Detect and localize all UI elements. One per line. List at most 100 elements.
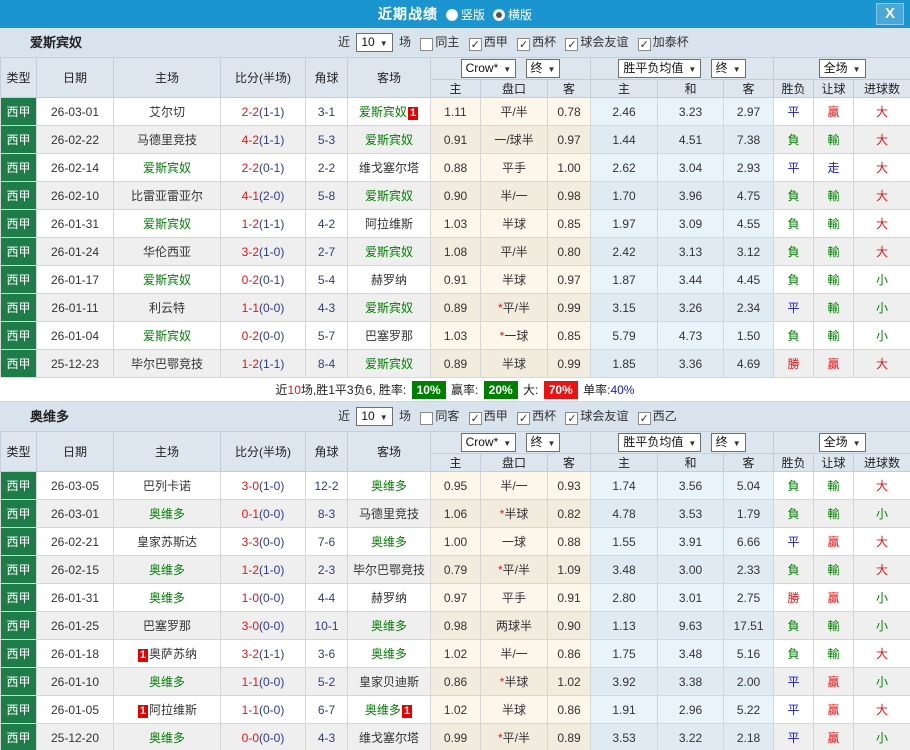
goals-cell: 大 (853, 639, 910, 668)
score-cell: 3-2(1-1) (220, 639, 306, 668)
away-team-cell: 马德里竞技 (347, 499, 431, 528)
avg-home-cell: 1.13 (590, 611, 658, 640)
radio-vertical-label[interactable]: 竖版 (461, 8, 485, 22)
goals-cell: 小 (853, 265, 910, 294)
result-cell: 負 (773, 471, 815, 500)
bookmaker-select[interactable]: Crow* ▼ (460, 433, 517, 452)
result-cell: 負 (773, 321, 815, 350)
avg-group-header: 胜平负均值 ▼ 终 ▼ (589, 431, 775, 454)
col-header-away: 客场 (347, 431, 431, 472)
checkbox-same-venue[interactable]: ✓ (420, 412, 434, 425)
odds-home-cell: 0.89 (430, 349, 481, 378)
handicap-cell: 半球 (480, 209, 548, 238)
away-team-cell: 巴塞罗那 (347, 321, 431, 350)
checkbox-same-venue-label[interactable]: 同主 (435, 35, 459, 49)
league-cell: 西甲 (0, 349, 37, 378)
checkbox-same-venue[interactable]: ✓ (420, 38, 434, 51)
col-header-away: 客场 (347, 57, 431, 98)
avg-draw-cell: 3.53 (657, 499, 724, 528)
odds-away-cell: 0.93 (547, 471, 591, 500)
checkbox-regional-cup-label[interactable]: 加泰杯 (653, 35, 689, 49)
handicap-win-rate-badge: 20% (483, 381, 518, 399)
checkbox-league-label[interactable]: 西甲 (484, 409, 508, 423)
avg-away-cell: 2.33 (722, 555, 775, 584)
checkbox-friendly-label[interactable]: 球会友谊 (580, 35, 628, 49)
checkbox-cup[interactable]: ✓ (517, 38, 531, 51)
odds-away-cell: 0.98 (547, 181, 591, 210)
checkbox-league-label[interactable]: 西甲 (484, 35, 508, 49)
checkbox-friendly-label[interactable]: 球会友谊 (580, 409, 628, 423)
bookmaker-select[interactable]: Crow* ▼ (460, 59, 517, 78)
handicap-result-cell: 贏 (813, 695, 855, 724)
league-cell: 西甲 (0, 723, 37, 750)
avg-select[interactable]: 胜平负均值 ▼ (618, 433, 702, 452)
checkbox-second-division[interactable]: ✓ (637, 412, 651, 425)
odds-away-cell: 0.99 (547, 293, 591, 322)
avg-select[interactable]: 胜平负均值 ▼ (618, 59, 702, 78)
col-header-avg-draw: 和 (657, 79, 724, 98)
score-cell: 1-2(1-1) (220, 209, 306, 238)
odds-final-select[interactable]: 终 ▼ (525, 433, 561, 452)
date-cell: 26-03-05 (36, 471, 114, 500)
away-team-cell: 奥维多 1 (347, 695, 431, 724)
home-team-cell: 马德里竞技 (113, 125, 221, 154)
radio-horizontal-layout[interactable] (493, 9, 505, 21)
handicap-result-cell: 輸 (813, 181, 855, 210)
match-row: 西甲 26-01-11 利云特 1-1(0-0) 4-3 爱斯宾奴 0.89 *平/半 0.99… (0, 293, 910, 322)
match-row: 西甲 26-01-31 爱斯宾奴 1-2(1-1) 4-2 阿拉维斯 1.03 半球 0.85 1… (0, 209, 910, 238)
avg-away-cell: 4.45 (722, 265, 775, 294)
match-count-select[interactable]: 10 ▼ (356, 33, 393, 53)
odds-away-cell: 0.91 (547, 583, 591, 612)
league-cell: 西甲 (0, 209, 37, 238)
corner-cell: 6-7 (305, 695, 348, 724)
match-row: 西甲 25-12-20 奥维多 0-0(0-0) 4-3 维戈塞尔塔 0.99 *平/半 0.8… (0, 723, 910, 750)
match-row: 西甲 25-12-23 毕尔巴鄂竞技 1-2(1-1) 8-4 爱斯宾奴 0.89 半球 0.9… (0, 349, 910, 378)
handicap-cell: 半球 (480, 695, 548, 724)
handicap-cell: *一球 (480, 321, 548, 350)
checkbox-cup-label[interactable]: 西杯 (532, 35, 556, 49)
period-select[interactable]: 全场 ▼ (818, 433, 866, 452)
checkbox-friendly[interactable]: ✓ (565, 38, 579, 51)
avg-home-cell: 1.87 (590, 265, 658, 294)
titlebar: 近期战绩 竖版 横版 X (0, 0, 910, 28)
checkbox-second-division-label[interactable]: 西乙 (653, 409, 677, 423)
handicap-result-cell: 贏 (813, 583, 855, 612)
corner-cell: 4-4 (305, 583, 348, 612)
checkbox-friendly[interactable]: ✓ (565, 412, 579, 425)
handicap-cell: *半球 (480, 499, 548, 528)
radio-vertical-layout[interactable] (445, 9, 458, 21)
checkbox-league[interactable]: ✓ (468, 412, 482, 425)
match-row: 西甲 26-01-18 1 奥萨苏纳 3-2(1-1) 3-6 奥维多 1.02 半/一 0.86… (0, 639, 910, 668)
avg-final-select[interactable]: 终 ▼ (710, 59, 746, 78)
avg-away-cell: 17.51 (722, 611, 775, 640)
date-cell: 25-12-23 (36, 349, 114, 378)
home-team-cell: 巴塞罗那 (113, 611, 221, 640)
checkbox-cup-label[interactable]: 西杯 (532, 409, 556, 423)
goals-cell: 小 (853, 499, 910, 528)
date-cell: 26-01-10 (36, 667, 114, 696)
col-header-goals: 进球数 (853, 453, 910, 472)
avg-away-cell: 5.04 (722, 471, 775, 500)
match-row: 西甲 26-02-14 爱斯宾奴 2-2(0-1) 2-2 维戈塞尔塔 0.88 平手 1.00… (0, 153, 910, 182)
corner-cell: 5-8 (305, 181, 348, 210)
avg-home-cell: 5.79 (590, 321, 658, 350)
checkbox-cup[interactable]: ✓ (517, 412, 531, 425)
date-cell: 26-02-15 (36, 555, 114, 584)
checkbox-same-venue-label[interactable]: 同客 (435, 409, 459, 423)
handicap-cell: *平/半 (480, 293, 548, 322)
handicap-result-cell: 贏 (813, 667, 855, 696)
odds-final-select[interactable]: 终 ▼ (525, 59, 561, 78)
avg-final-select[interactable]: 终 ▼ (710, 433, 746, 452)
league-cell: 西甲 (0, 583, 37, 612)
odds-home-cell: 0.79 (430, 555, 481, 584)
avg-home-cell: 3.92 (590, 667, 658, 696)
goals-cell: 大 (853, 181, 910, 210)
match-count-select[interactable]: 10 ▼ (356, 407, 393, 427)
period-select[interactable]: 全场 ▼ (818, 59, 866, 78)
radio-horizontal-label[interactable]: 横版 (508, 8, 532, 22)
close-icon[interactable]: X (876, 3, 904, 25)
section-bar-home-team: 爱斯宾奴 近 10▼ 场 ✓同主 ✓西甲 ✓西杯 ✓球会友谊 ✓加泰杯 (0, 28, 910, 57)
checkbox-regional-cup[interactable]: ✓ (637, 38, 651, 51)
handicap-cell: 平手 (480, 153, 548, 182)
checkbox-league[interactable]: ✓ (468, 38, 482, 51)
